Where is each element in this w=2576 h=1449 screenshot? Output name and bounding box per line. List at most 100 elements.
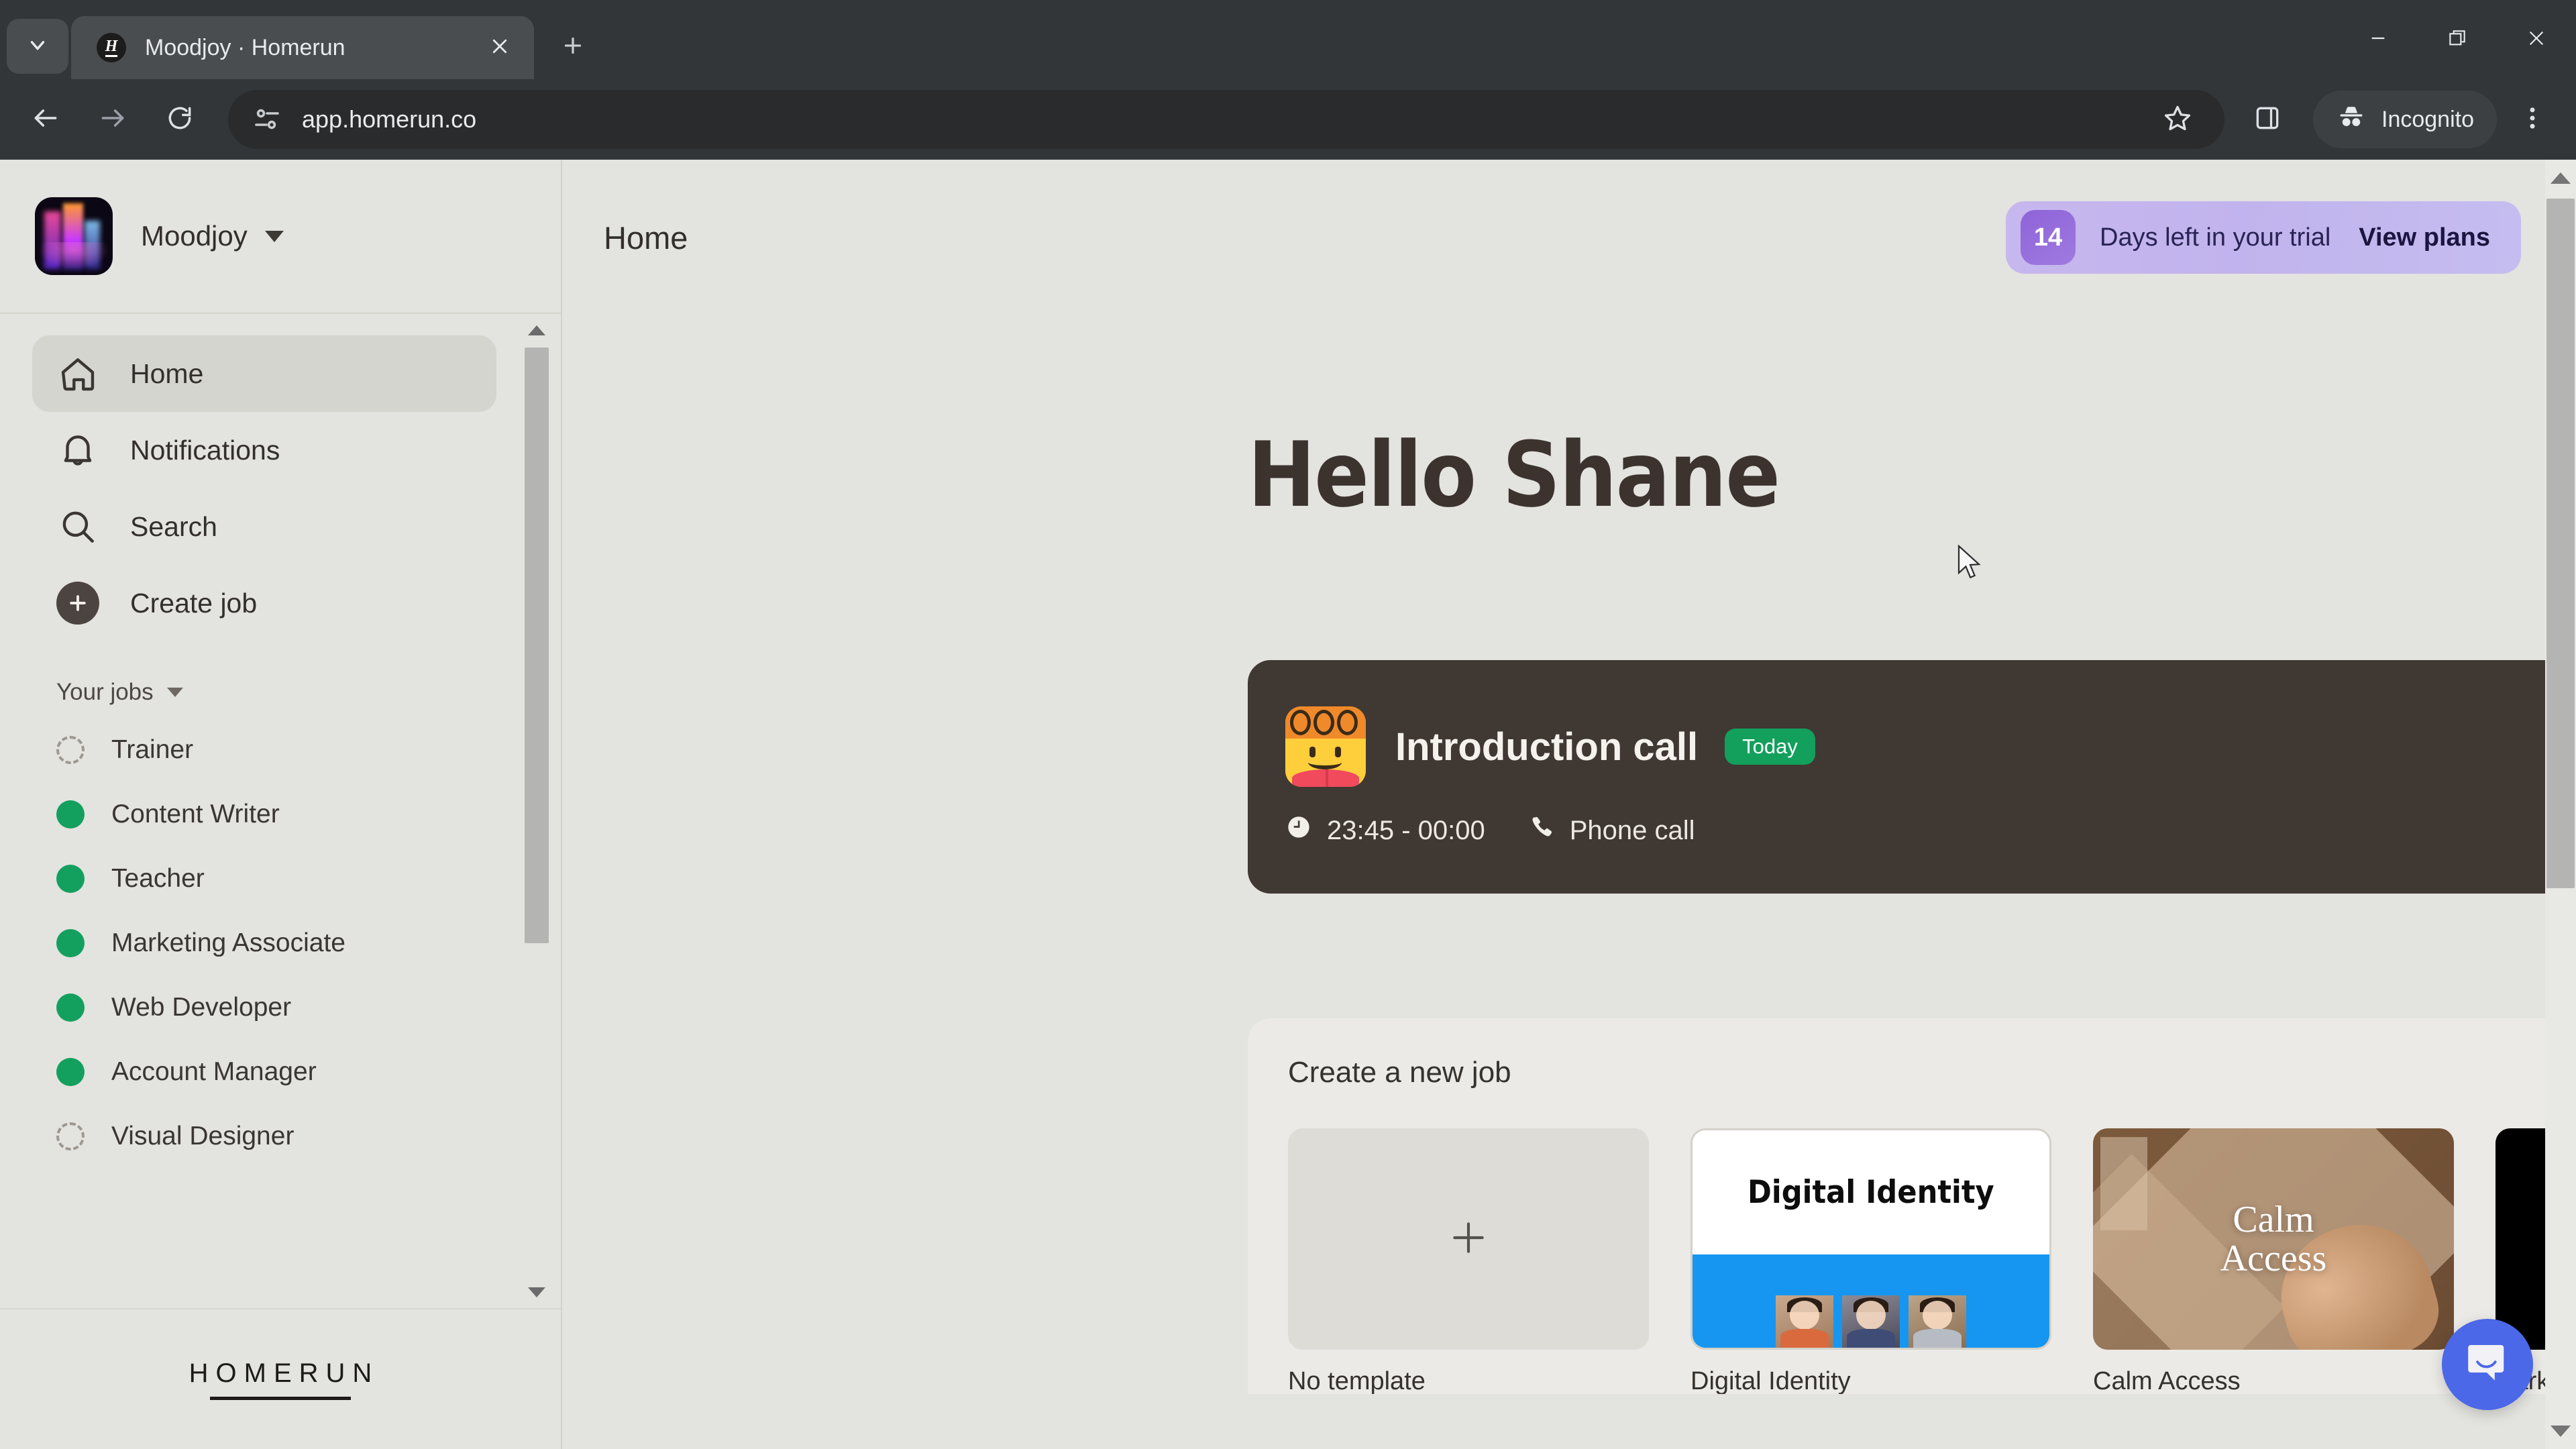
scroll-down-arrow-icon[interactable] xyxy=(525,1280,549,1304)
sidebar-item-label: Notifications xyxy=(130,434,280,466)
upcoming-call-card: Introduction call Today 23:45 - 00:00 Ph… xyxy=(1248,660,2576,894)
maximize-button[interactable] xyxy=(2418,0,2497,79)
close-window-button[interactable] xyxy=(2497,0,2576,79)
browser-tab[interactable]: H Moodjoy · Homerun xyxy=(71,16,534,79)
back-button[interactable] xyxy=(15,89,76,150)
homerun-logo[interactable]: HOMERUN xyxy=(182,1358,380,1400)
create-new-job-panel: Create a new job No template Digital Ide… xyxy=(1248,1018,2576,1394)
plus-icon xyxy=(1448,1217,1489,1262)
chevron-down-icon xyxy=(264,230,284,242)
bell-icon xyxy=(56,429,99,472)
page-info-icon[interactable] xyxy=(251,103,283,136)
template-name: Calm Access xyxy=(2093,1367,2241,1394)
template-card-no-template[interactable]: No template xyxy=(1288,1128,1649,1394)
job-name: Web Developer xyxy=(111,993,292,1022)
home-icon xyxy=(56,352,99,395)
your-jobs-label: Your jobs xyxy=(56,679,154,705)
logo-underline xyxy=(209,1397,351,1400)
forward-button[interactable] xyxy=(82,89,144,150)
person-photo xyxy=(1909,1295,1966,1348)
template-card-digital-identity[interactable]: Digital Identity Digital Identity xyxy=(1690,1128,2051,1394)
person-photo xyxy=(1776,1295,1833,1348)
profile-label: Incognito xyxy=(2381,106,2474,132)
template-thumb-text-line1: Calm xyxy=(2233,1198,2314,1240)
incognito-icon xyxy=(2336,101,2381,138)
call-type: Phone call xyxy=(1528,814,1695,847)
job-name: Marketing Associate xyxy=(111,928,346,957)
close-icon xyxy=(490,36,510,60)
sidebar-job-item[interactable]: Teacher xyxy=(0,847,561,911)
sidebar-job-item[interactable]: Visual Designer xyxy=(0,1104,561,1169)
sidebar-scroll-area: Home Notifications Search Create job You… xyxy=(0,314,561,1308)
minimize-button[interactable] xyxy=(2339,0,2418,79)
template-thumb-text: Digital Identity xyxy=(1748,1173,1994,1211)
sidebar-item-home[interactable]: Home xyxy=(32,335,496,412)
template-card-calm-access[interactable]: Calm Access Calm Access xyxy=(2093,1128,2454,1394)
bookmark-button[interactable] xyxy=(2147,89,2208,150)
org-switcher[interactable]: Moodjoy xyxy=(0,160,561,314)
chevron-down-icon xyxy=(26,34,49,60)
job-status-dot xyxy=(56,1122,85,1150)
main-body: Hello Shane Introduction call Today 23:4… xyxy=(562,423,2576,1394)
sidebar-job-item[interactable]: Marketing Associate xyxy=(0,911,561,975)
sidebar-scrollbar[interactable] xyxy=(525,314,549,1308)
sidebar-item-label: Search xyxy=(130,511,217,542)
url-text: app.homerun.co xyxy=(302,105,477,133)
side-panel-icon xyxy=(2253,103,2282,136)
minimize-icon xyxy=(2367,28,2389,52)
phone-icon xyxy=(1528,814,1570,847)
person-photo xyxy=(1842,1295,1900,1348)
scroll-up-arrow-icon[interactable] xyxy=(2545,162,2576,193)
job-name: Account Manager xyxy=(111,1057,317,1086)
reload-button[interactable] xyxy=(149,89,211,150)
template-thumbnail xyxy=(1288,1128,1649,1350)
call-title: Introduction call xyxy=(1395,724,1699,769)
profile-button[interactable]: Incognito xyxy=(2313,91,2497,148)
close-icon xyxy=(2526,28,2547,52)
your-jobs-toggle[interactable]: Your jobs xyxy=(56,679,561,706)
sidebar-footer: HOMERUN xyxy=(0,1308,561,1449)
address-bar[interactable]: app.homerun.co xyxy=(228,90,2224,149)
reload-icon xyxy=(165,103,195,136)
trial-text: Days left in your trial xyxy=(2100,223,2331,252)
trial-banner[interactable]: 14 Days left in your trial View plans xyxy=(2006,201,2521,274)
call-card-meta-row: 23:45 - 00:00 Phone call xyxy=(1285,814,2576,847)
call-time-text: 23:45 - 00:00 xyxy=(1327,815,1485,845)
tab-strip: H Moodjoy · Homerun xyxy=(0,0,2576,79)
sidebar-item-notifications[interactable]: Notifications xyxy=(32,412,496,488)
window-controls xyxy=(2339,0,2576,79)
sidebar-item-label: Home xyxy=(130,358,204,389)
template-name: No template xyxy=(1288,1367,1426,1394)
sidebar-job-item[interactable]: Account Manager xyxy=(0,1040,561,1104)
sidebar-job-item[interactable]: Web Developer xyxy=(0,975,561,1040)
main-header: Home 14 Days left in your trial View pla… xyxy=(562,160,2576,315)
side-panel-button[interactable] xyxy=(2237,89,2298,150)
view-plans-link[interactable]: View plans xyxy=(2359,223,2490,252)
scroll-down-arrow-icon[interactable] xyxy=(2545,1415,2576,1446)
status-badge: Today xyxy=(1725,729,1815,765)
three-dot-menu-icon xyxy=(2518,103,2547,136)
page-scrollbar-thumb[interactable] xyxy=(2546,199,2575,888)
template-thumbnail: Calm Access xyxy=(2093,1128,2454,1350)
sidebar-scrollbar-thumb[interactable] xyxy=(525,347,549,943)
page-scrollbar[interactable] xyxy=(2545,160,2576,1449)
sidebar-job-item[interactable]: Content Writer xyxy=(0,782,561,847)
homerun-wordmark: HOMERUN xyxy=(189,1358,380,1388)
sidebar-item-create-job[interactable]: Create job xyxy=(32,565,496,641)
maximize-icon xyxy=(2447,28,2468,52)
back-arrow-icon xyxy=(31,103,60,136)
browser-menu-button[interactable] xyxy=(2504,91,2561,148)
sidebar-job-item[interactable]: Trainer xyxy=(0,718,561,782)
create-job-title: Create a new job xyxy=(1288,1056,1511,1089)
search-icon xyxy=(56,505,99,548)
close-tab-button[interactable] xyxy=(482,30,518,66)
chat-bubble-icon xyxy=(2463,1339,2512,1391)
browser-toolbar: app.homerun.co Incognito xyxy=(0,79,2576,160)
intercom-launcher-button[interactable] xyxy=(2442,1319,2533,1410)
forward-arrow-icon xyxy=(98,103,127,136)
new-tab-button[interactable] xyxy=(549,23,597,71)
job-name: Visual Designer xyxy=(111,1122,294,1150)
tab-search-button[interactable] xyxy=(7,19,68,74)
scroll-up-arrow-icon[interactable] xyxy=(525,318,549,342)
sidebar-item-search[interactable]: Search xyxy=(32,488,496,565)
